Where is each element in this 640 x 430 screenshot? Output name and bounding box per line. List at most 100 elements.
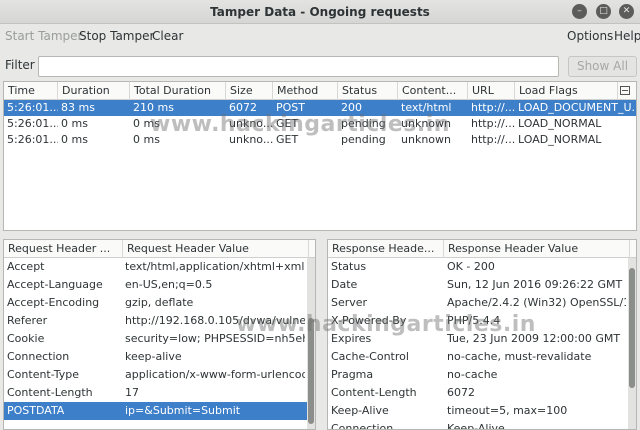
request-cell-duration: 0 ms — [61, 133, 88, 146]
request-header-value: keep-alive — [125, 350, 182, 363]
request-header-name: Referer — [7, 314, 48, 327]
request-header-value: application/x-www-form-urlencod... — [125, 368, 305, 381]
show-all-button[interactable]: Show All — [568, 56, 637, 77]
toolbar: Start Tamper Stop Tamper Clear Options H… — [0, 26, 640, 46]
request-cell-content: unknown — [401, 133, 451, 146]
col-url[interactable]: URL — [468, 82, 515, 100]
request-cell-method: GET — [276, 117, 299, 130]
request-cell-time: 5:26:01... — [7, 117, 58, 130]
response-header-row[interactable]: Date Sun, 12 Jun 2016 09:26:22 GMT — [328, 276, 628, 294]
col-method[interactable]: Method — [273, 82, 338, 100]
response-header-row[interactable]: Server Apache/2.4.2 (Win32) OpenSSL/1.0. — [328, 294, 628, 312]
response-header-row[interactable]: Connection Keep-Alive — [328, 420, 628, 430]
request-headers-scroll-thumb[interactable] — [308, 318, 314, 424]
response-header-row[interactable]: X-Powered-By PHP/5.4.4 — [328, 312, 628, 330]
request-cell-size: unkno... — [229, 133, 273, 146]
col-duration[interactable]: Duration — [58, 82, 130, 100]
request-headers-header-row: Request Header ... Request Header Value — [4, 240, 315, 258]
col-request-header-name[interactable]: Request Header ... — [4, 240, 123, 258]
request-cell-total: 210 ms — [133, 101, 174, 114]
title-bar: Tamper Data - Ongoing requests – □ ✕ — [0, 0, 640, 24]
request-cell-flags: LOAD_NORMAL — [518, 117, 602, 130]
col-response-header-name[interactable]: Response Heade... — [328, 240, 444, 258]
request-header-row[interactable]: Content-Length 17 — [4, 384, 307, 402]
request-header-name: Content-Type — [7, 368, 79, 381]
request-cell-size: 6072 — [229, 101, 257, 114]
request-row[interactable]: 5:26:01... 83 ms 210 ms 6072 POST 200 text/htm… — [4, 100, 636, 116]
request-header-value: 17 — [125, 386, 139, 399]
request-cell-content: text/html — [401, 101, 452, 114]
maximize-icon[interactable]: □ — [596, 4, 611, 19]
response-header-value: no-cache — [447, 368, 498, 381]
request-row[interactable]: 5:26:01... 0 ms 0 ms unkno... GET pending unkn… — [4, 132, 636, 148]
minimize-icon[interactable]: – — [572, 4, 587, 19]
response-header-row[interactable]: Status OK - 200 — [328, 258, 628, 276]
col-total-duration[interactable]: Total Duration — [130, 82, 226, 100]
request-cell-status: pending — [341, 133, 386, 146]
col-time[interactable]: Time — [4, 82, 58, 100]
response-header-name: Pragma — [331, 368, 374, 381]
request-row[interactable]: 5:26:01... 0 ms 0 ms unkno... GET pending unkn… — [4, 116, 636, 132]
help-menu[interactable]: Help — [614, 29, 640, 43]
col-response-header-value[interactable]: Response Header Value — [444, 240, 630, 258]
response-header-row[interactable]: Cache-Control no-cache, must-revalidate — [328, 348, 628, 366]
close-icon[interactable]: ✕ — [619, 4, 634, 19]
filter-input[interactable] — [38, 56, 559, 77]
request-header-row[interactable]: Referer http://192.168.0.105/dvwa/vulnet.… — [4, 312, 307, 330]
response-header-name: Cache-Control — [331, 350, 409, 363]
response-header-row[interactable]: Pragma no-cache — [328, 366, 628, 384]
start-tamper-button[interactable]: Start Tamper — [5, 29, 82, 43]
request-header-row[interactable]: Cookie security=low; PHPSESSID=nh5eh... — [4, 330, 307, 348]
request-cell-total: 0 ms — [133, 133, 160, 146]
request-cell-method: POST — [276, 101, 305, 114]
col-status[interactable]: Status — [338, 82, 398, 100]
clear-button[interactable]: Clear — [152, 29, 183, 43]
request-cell-url: http://... — [471, 101, 515, 114]
response-headers-scroll-thumb[interactable] — [629, 268, 635, 388]
filter-label: Filter — [5, 58, 35, 72]
request-header-row[interactable]: POSTDATA ip=&Submit=Submit — [4, 402, 307, 420]
request-cell-time: 5:26:01... — [7, 133, 58, 146]
request-cell-flags: LOAD_DOCUMENT_U... — [518, 101, 636, 114]
request-cell-status: 200 — [341, 101, 362, 114]
request-cell-status: pending — [341, 117, 386, 130]
request-header-value: ip=&Submit=Submit — [125, 404, 241, 417]
options-menu[interactable]: Options — [567, 29, 613, 43]
response-header-value: Tue, 23 Jun 2009 12:00:00 GMT — [447, 332, 621, 345]
col-content[interactable]: Content... — [398, 82, 468, 100]
response-header-value: PHP/5.4.4 — [447, 314, 501, 327]
col-load-flags[interactable]: Load Flags — [515, 82, 618, 100]
request-header-value: text/html,application/xhtml+xml,a... — [125, 260, 305, 273]
column-picker-icon[interactable] — [620, 86, 630, 95]
response-header-row[interactable]: Content-Length 6072 — [328, 384, 628, 402]
response-header-name: Server — [331, 296, 368, 309]
response-header-row[interactable]: Keep-Alive timeout=5, max=100 — [328, 402, 628, 420]
col-size[interactable]: Size — [226, 82, 273, 100]
request-header-row[interactable]: Accept-Language en-US,en;q=0.5 — [4, 276, 307, 294]
request-cell-flags: LOAD_NORMAL — [518, 133, 602, 146]
request-cell-total: 0 ms — [133, 117, 160, 130]
request-headers-table: Request Header ... Request Header Value … — [3, 239, 316, 430]
request-header-row[interactable]: Accept text/html,application/xhtml+xml,a.… — [4, 258, 307, 276]
response-header-name: Connection — [331, 422, 394, 430]
request-cell-size: unkno... — [229, 117, 273, 130]
stop-tamper-button[interactable]: Stop Tamper — [79, 29, 154, 43]
response-header-name: Content-Length — [331, 386, 417, 399]
request-header-name: Content-Length — [7, 386, 93, 399]
request-header-row[interactable]: Accept-Encoding gzip, deflate — [4, 294, 307, 312]
col-request-header-value[interactable]: Request Header Value — [123, 240, 309, 258]
response-headers-header-row: Response Heade... Response Header Value — [328, 240, 636, 258]
request-header-name: Accept-Language — [7, 278, 103, 291]
request-header-row[interactable]: Connection keep-alive — [4, 348, 307, 366]
request-cell-time: 5:26:01... — [7, 101, 58, 114]
request-headers-scrollbar[interactable] — [307, 258, 315, 429]
request-header-row[interactable]: Content-Type application/x-www-form-urlen… — [4, 366, 307, 384]
request-header-value: http://192.168.0.105/dvwa/vulnet... — [125, 314, 305, 327]
response-header-value: Sun, 12 Jun 2016 09:26:22 GMT — [447, 278, 623, 291]
response-headers-scrollbar[interactable] — [628, 258, 636, 429]
response-header-value: Apache/2.4.2 (Win32) OpenSSL/1.0. — [447, 296, 626, 309]
request-cell-content: unknown — [401, 117, 451, 130]
requests-table: Time Duration Total Duration Size Method… — [3, 81, 637, 231]
response-header-row[interactable]: Expires Tue, 23 Jun 2009 12:00:00 GMT — [328, 330, 628, 348]
request-header-name: Accept-Encoding — [7, 296, 100, 309]
